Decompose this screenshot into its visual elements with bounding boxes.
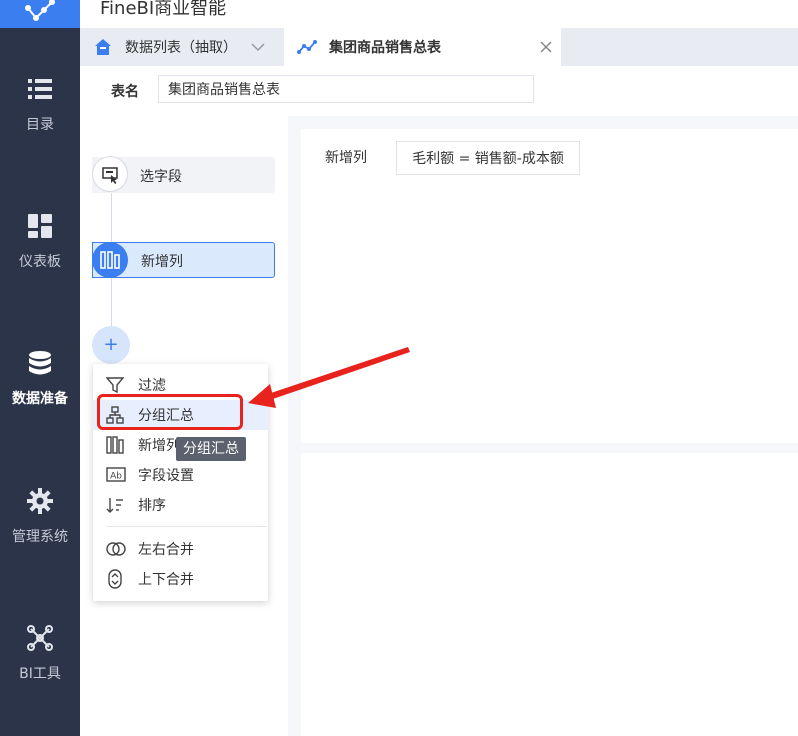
list-icon [28, 79, 52, 99]
nav-label: 数据准备 [12, 391, 68, 407]
table-name-input[interactable] [158, 75, 534, 103]
config-area: 新增列 毛利额 = 销售额-成本额 [288, 116, 798, 736]
nav-label: 仪表板 [19, 254, 61, 270]
line-chart-icon [297, 40, 317, 54]
menu-item-vertical-merge[interactable]: 上下合并 [93, 564, 268, 594]
menu-item-field-settings[interactable]: Ab 字段设置 [93, 460, 268, 490]
tab-label: 数据列表（抽取） [125, 40, 237, 56]
nav-item-dashboard[interactable]: 仪表板 [0, 213, 80, 271]
nav-label: BI工具 [19, 666, 61, 682]
step-icon-circle [92, 156, 128, 192]
menu-item-label: 字段设置 [138, 468, 194, 484]
title-bar: FineBI商业智能 [80, 0, 798, 28]
sort-icon [106, 498, 123, 513]
step-label: 选字段 [140, 169, 182, 185]
nav-item-data-prep[interactable]: 数据准备 [0, 350, 80, 408]
menu-item-horizontal-merge[interactable]: 左右合并 [93, 534, 268, 564]
svg-text:Ab: Ab [110, 472, 122, 482]
table-name-label: 表名 [111, 84, 139, 100]
menu-item-label: 上下合并 [138, 572, 194, 588]
home-icon [95, 39, 111, 55]
field-settings-icon: Ab [106, 467, 126, 482]
nav-label: 管理系统 [12, 529, 68, 545]
vertical-merge-icon [108, 569, 122, 589]
nav-item-admin[interactable]: 管理系统 [0, 488, 80, 546]
close-icon[interactable] [539, 40, 553, 54]
menu-divider [107, 526, 267, 527]
config-panel: 新增列 毛利额 = 销售额-成本额 [301, 129, 798, 443]
step-icon-circle [92, 242, 128, 278]
nav-item-catalog[interactable]: 目录 [0, 76, 80, 134]
logo-icon [25, 0, 55, 21]
table-name-row: 表名 [80, 66, 798, 116]
step-connector [111, 193, 112, 242]
step-connector [111, 278, 112, 326]
gear-icon [27, 488, 53, 514]
horizontal-merge-icon [106, 542, 126, 556]
tooltip: 分组汇总 [176, 437, 246, 461]
add-column-icon [106, 436, 124, 454]
tab-sales-table[interactable]: 集团商品销售总表 [284, 28, 561, 66]
highlight-box [97, 394, 243, 430]
app-title: FineBI商业智能 [100, 0, 227, 19]
database-icon [29, 351, 51, 375]
nav-label: 目录 [26, 117, 54, 133]
finebi-logo[interactable] [0, 0, 80, 28]
menu-item-label: 新增列 [138, 438, 180, 454]
chevron-down-icon[interactable] [251, 42, 265, 52]
formula-box[interactable]: 毛利额 = 销售额-成本额 [396, 141, 580, 175]
step-add-column[interactable]: 新增列 [92, 242, 275, 278]
bi-tools-icon [27, 625, 53, 651]
add-step-button[interactable]: + [92, 326, 130, 364]
tab-data-list[interactable]: 数据列表（抽取） [80, 28, 283, 66]
config-label: 新增列 [325, 150, 367, 166]
step-select-fields[interactable]: 选字段 [92, 156, 275, 193]
preview-panel [301, 453, 798, 736]
menu-item-label: 左右合并 [138, 542, 194, 558]
menu-item-label: 排序 [138, 498, 166, 514]
tab-bar: 数据列表（抽取） 集团商品销售总表 [80, 28, 798, 66]
filter-icon [106, 377, 124, 394]
formula-text: 毛利额 = 销售额-成本额 [412, 151, 564, 167]
select-field-icon [102, 167, 118, 184]
nav-item-bi-tools[interactable]: BI工具 [0, 625, 80, 683]
step-label: 新增列 [141, 254, 183, 270]
left-nav: 目录 仪表板 数据准备 管理系统 BI工具 [0, 0, 80, 736]
dashboard-icon [28, 214, 52, 238]
menu-item-label: 过滤 [138, 378, 166, 394]
menu-item-sort[interactable]: 排序 [93, 490, 268, 520]
add-column-icon [100, 251, 120, 269]
tab-label: 集团商品销售总表 [329, 40, 441, 56]
